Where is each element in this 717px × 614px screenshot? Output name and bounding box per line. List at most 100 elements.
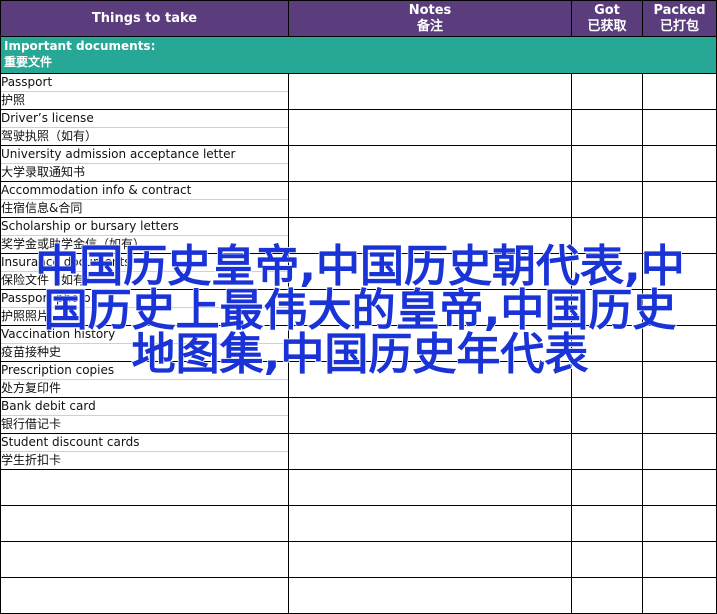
packed-cell[interactable] (642, 541, 717, 578)
item-cell (0, 469, 289, 506)
packing-checklist-table: Things to take Notes 备注 Got 已获取 Packed 已打包 … (0, 0, 717, 614)
notes-cell[interactable] (288, 433, 572, 470)
item-label-zh: 护照 (1, 93, 26, 107)
notes-cell[interactable] (288, 181, 572, 218)
item-label-en: Scholarship or bursary letters (1, 219, 288, 236)
table-row: Passport 护照 (0, 73, 717, 110)
got-cell[interactable] (571, 145, 643, 182)
table-row: Bank debit card 银行借记卡 (0, 397, 717, 434)
table-row (0, 577, 717, 614)
packed-cell[interactable] (642, 433, 717, 470)
header-row: Things to take Notes 备注 Got 已获取 Packed 已打包 (0, 0, 717, 37)
got-cell[interactable] (571, 505, 643, 542)
packed-cell[interactable] (642, 325, 717, 362)
item-label-zh: 护照照片 (1, 309, 50, 323)
item-cell: Bank debit card 银行借记卡 (0, 397, 289, 434)
item-cell: Insurance documents 保险文件（如有） (0, 253, 289, 290)
got-cell[interactable] (571, 325, 643, 362)
item-cell: Vaccination history 疫苗接种史 (0, 325, 289, 362)
packed-cell[interactable] (642, 397, 717, 434)
notes-cell[interactable] (288, 361, 572, 398)
item-cell: Scholarship or bursary letters 奖学金或助学金信（如… (0, 217, 289, 254)
notes-cell[interactable] (288, 289, 572, 326)
item-cell: Prescription copies 处方复印件 (0, 361, 289, 398)
got-cell[interactable] (571, 361, 643, 398)
item-label-en: Passport photos (1, 291, 288, 308)
header-things-to-take: Things to take (0, 0, 289, 37)
item-label-en: Insurance documents (1, 255, 288, 272)
item-label-zh: 大学录取通知书 (1, 165, 86, 179)
packed-cell[interactable] (642, 73, 717, 110)
got-cell[interactable] (571, 577, 643, 614)
table-row: Vaccination history 疫苗接种史 (0, 325, 717, 362)
item-cell: Student discount cards 学生折扣卡 (0, 433, 289, 470)
item-cell (0, 541, 289, 578)
section-row-important-documents: Important documents: 重要文件 (0, 36, 717, 74)
packed-cell[interactable] (642, 181, 717, 218)
got-cell[interactable] (571, 217, 643, 254)
got-cell[interactable] (571, 469, 643, 506)
table-row: Insurance documents 保险文件（如有） (0, 253, 717, 290)
packed-cell[interactable] (642, 109, 717, 146)
item-cell: Accommodation info & contract 住宿信息&合同 (0, 181, 289, 218)
packed-cell[interactable] (642, 289, 717, 326)
item-label-en: Vaccination history (1, 327, 288, 344)
packed-cell[interactable] (642, 145, 717, 182)
got-cell[interactable] (571, 397, 643, 434)
notes-cell[interactable] (288, 109, 572, 146)
item-label-en: Prescription copies (1, 363, 288, 380)
item-cell: Driver’s license 驾驶执照（如有） (0, 109, 289, 146)
item-cell: University admission acceptance letter 大学… (0, 145, 289, 182)
item-cell (0, 577, 289, 614)
item-cell: Passport photos 护照照片 (0, 289, 289, 326)
notes-cell[interactable] (288, 217, 572, 254)
notes-cell[interactable] (288, 73, 572, 110)
table-row: Scholarship or bursary letters 奖学金或助学金信（如… (0, 217, 717, 254)
packed-cell[interactable] (642, 505, 717, 542)
got-cell[interactable] (571, 253, 643, 290)
item-label-zh: 保险文件（如有） (1, 273, 98, 287)
item-label-en: Student discount cards (1, 435, 288, 452)
item-label-zh: 银行借记卡 (1, 417, 62, 431)
item-cell: Passport 护照 (0, 73, 289, 110)
got-cell[interactable] (571, 289, 643, 326)
got-cell[interactable] (571, 541, 643, 578)
item-cell (0, 505, 289, 542)
notes-cell[interactable] (288, 505, 572, 542)
table-row: Accommodation info & contract 住宿信息&合同 (0, 181, 717, 218)
got-cell[interactable] (571, 433, 643, 470)
item-label-zh: 疫苗接种史 (1, 345, 62, 359)
notes-cell[interactable] (288, 469, 572, 506)
item-label-en: Driver’s license (1, 111, 288, 128)
table-row (0, 541, 717, 578)
packed-cell[interactable] (642, 361, 717, 398)
item-label-zh: 住宿信息&合同 (1, 201, 83, 215)
packed-cell[interactable] (642, 469, 717, 506)
notes-cell[interactable] (288, 145, 572, 182)
packed-cell[interactable] (642, 577, 717, 614)
got-cell[interactable] (571, 109, 643, 146)
got-cell[interactable] (571, 181, 643, 218)
table-row (0, 505, 717, 542)
table-row: Student discount cards 学生折扣卡 (0, 433, 717, 470)
section-title: Important documents: 重要文件 (0, 36, 717, 74)
notes-cell[interactable] (288, 577, 572, 614)
item-label-zh: 驾驶执照（如有） (1, 129, 98, 143)
item-label-en: Bank debit card (1, 399, 288, 416)
packed-cell[interactable] (642, 253, 717, 290)
item-label-en: University admission acceptance letter (1, 147, 288, 164)
header-got: Got 已获取 (571, 0, 643, 37)
packed-cell[interactable] (642, 217, 717, 254)
header-notes: Notes 备注 (288, 0, 572, 37)
notes-cell[interactable] (288, 541, 572, 578)
got-cell[interactable] (571, 73, 643, 110)
notes-cell[interactable] (288, 397, 572, 434)
item-label-en: Passport (1, 75, 288, 92)
notes-cell[interactable] (288, 325, 572, 362)
item-label-en: Accommodation info & contract (1, 183, 288, 200)
table-row: Driver’s license 驾驶执照（如有） (0, 109, 717, 146)
item-label-zh: 处方复印件 (1, 381, 62, 395)
item-label-zh: 学生折扣卡 (1, 453, 62, 467)
notes-cell[interactable] (288, 253, 572, 290)
table-row (0, 469, 717, 506)
